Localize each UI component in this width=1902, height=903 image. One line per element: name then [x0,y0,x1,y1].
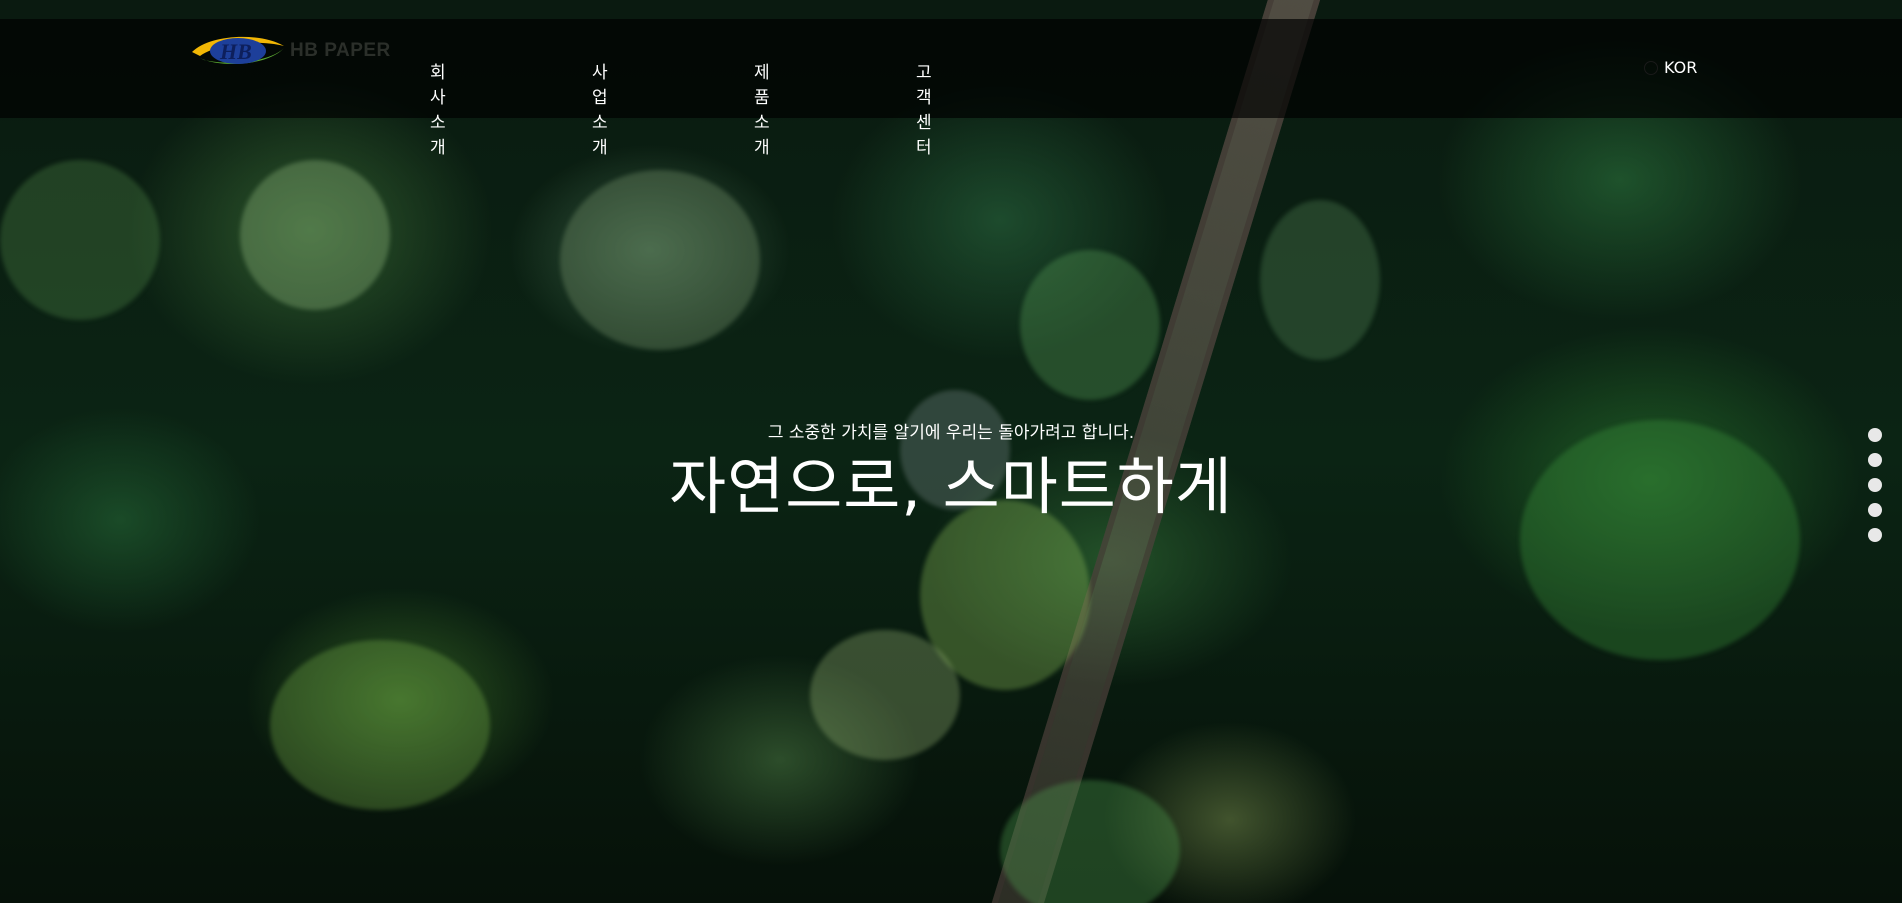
nav-item-business[interactable]: 사업소개 [592,58,608,158]
tree-crown [810,630,960,760]
language-selector[interactable]: KOR [1644,58,1697,77]
hero-title: 자연으로, 스마트하게 [669,450,1233,523]
site-logo[interactable]: HB HB PAPER [190,32,391,70]
nav-item-support[interactable]: 고객센터 [916,58,932,158]
slide-dot-3[interactable] [1868,478,1882,492]
slide-dot-5[interactable] [1868,528,1882,542]
tree-crown [270,640,490,810]
language-label: KOR [1664,58,1698,77]
slide-dot-1[interactable] [1868,428,1882,442]
logo-text: HB PAPER [290,40,391,61]
globe-icon [1644,60,1658,75]
tree-crown [1020,250,1160,400]
slide-dot-4[interactable] [1868,503,1882,517]
tree-crown [560,170,760,350]
nav-item-company[interactable]: 회사소개 [430,58,446,158]
slide-pagination [1868,428,1882,542]
nav-item-products[interactable]: 제품소개 [754,58,770,158]
tree-crown [240,160,390,310]
hb-logo-icon: HB [190,32,286,70]
tree-crown [1260,200,1380,360]
tree-crown [0,160,160,320]
slide-dot-2[interactable] [1868,453,1882,467]
svg-text:HB: HB [219,39,252,64]
tree-crown [1000,780,1180,903]
